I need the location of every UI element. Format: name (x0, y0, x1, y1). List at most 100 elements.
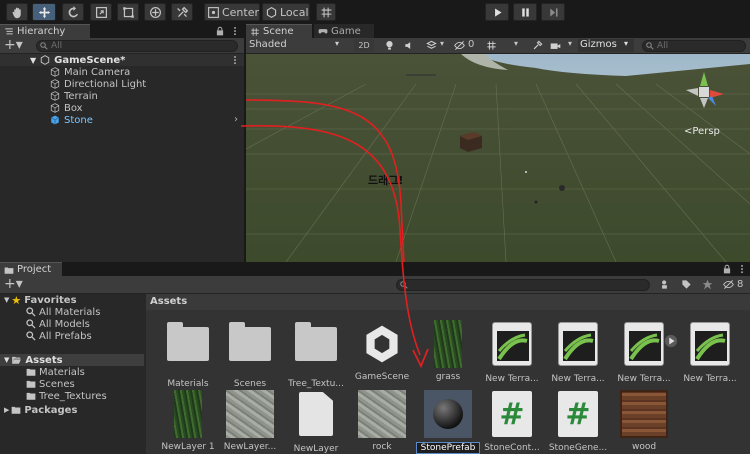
unity-scene-icon (40, 55, 50, 65)
hierarchy-item-main-camera[interactable]: Main Camera (50, 66, 130, 78)
asset-label: Scenes (233, 379, 267, 389)
assets-row[interactable]: ▼ Assets (0, 354, 144, 366)
asset-script-stone-generator[interactable]: # StoneGene... (546, 390, 610, 453)
filter-by-label-icon[interactable] (681, 279, 692, 290)
filter-by-type-icon[interactable] (660, 279, 671, 290)
folder-tree-textures[interactable]: Tree_Textures (26, 390, 107, 402)
hierarchy-item-stone[interactable]: Stone (50, 114, 93, 126)
more-menu-icon[interactable] (230, 26, 240, 36)
expand-arrow-icon[interactable]: ▼ (4, 356, 9, 364)
asset-terrain-4[interactable]: New Terra... (678, 320, 742, 384)
hierarchy-item-box[interactable]: Box (50, 102, 83, 114)
create-plus-icon[interactable]: +▾ (4, 276, 23, 292)
scene-tabbar: Scene Game (246, 24, 750, 38)
prefab-open-chevron-icon[interactable]: › (234, 114, 238, 125)
asset-terrain-layer-1[interactable]: NewLayer 1 (156, 390, 220, 452)
effects-dropdown-arrow-icon[interactable]: ▾ (440, 39, 444, 48)
hierarchy-tab[interactable]: Hierarchy (0, 24, 90, 38)
hierarchy-search-input[interactable]: All (36, 40, 238, 52)
asset-terrain-3[interactable]: New Terra... (612, 320, 676, 384)
expand-arrow-icon[interactable]: ▼ (4, 296, 9, 304)
transform-tool-icon[interactable] (144, 3, 166, 21)
space-local-toggle[interactable]: Local (262, 3, 310, 21)
scene-viewport[interactable]: 드래그! <Persp (246, 54, 750, 262)
asset-stone-prefab[interactable]: StonePrefab (416, 390, 480, 454)
expand-arrow-icon[interactable]: ▼ (30, 56, 36, 65)
move-tool-icon[interactable] (32, 3, 56, 21)
custom-tool-icon[interactable] (171, 3, 193, 21)
rect-tool-icon[interactable] (117, 3, 139, 21)
folder-scenes[interactable]: Scenes (26, 378, 75, 390)
add-plus-icon[interactable]: +▾ (4, 37, 23, 53)
gizmos-dropdown[interactable]: Gizmos ▾ (578, 39, 634, 52)
perspective-label[interactable]: <Persp (684, 126, 720, 137)
asset-folder-materials[interactable]: Materials (156, 320, 220, 389)
play-button[interactable] (485, 3, 509, 21)
shading-mode-dropdown[interactable]: Shaded ▾ (249, 39, 344, 52)
grid-snap-icon[interactable] (316, 3, 336, 21)
favorite-all-materials[interactable]: All Materials (26, 306, 100, 318)
asset-folder-scenes[interactable]: Scenes (218, 320, 282, 389)
audio-speaker-icon[interactable] (404, 40, 415, 51)
hidden-packages-icon[interactable] (723, 279, 734, 290)
terrain-data-icon (624, 322, 664, 366)
asset-texture-wood[interactable]: wood (612, 390, 676, 452)
pivot-center-toggle[interactable]: Center (204, 3, 260, 21)
rotate-tool-icon[interactable] (62, 3, 84, 21)
collapse-arrow-icon[interactable]: ▶ (4, 406, 9, 414)
grid-dropdown-arrow-icon[interactable]: ▾ (514, 39, 518, 48)
asset-terrain-layer-2[interactable]: NewLayer... (218, 390, 282, 452)
grass-layer-thumbnail (174, 390, 202, 438)
hierarchy-item-directional-light[interactable]: Directional Light (50, 78, 146, 90)
asset-texture-rock[interactable]: rock (350, 390, 414, 452)
tab-scene[interactable]: Scene (246, 24, 312, 38)
hierarchy-item-terrain[interactable]: Terrain (50, 90, 98, 102)
orientation-gizmo-icon[interactable] (680, 68, 728, 116)
hierarchy-panel: Hierarchy +▾ All ▼ GameScene* Main Camer… (0, 24, 244, 262)
lighting-bulb-icon[interactable] (384, 40, 395, 51)
asset-terrain-1[interactable]: New Terra... (480, 320, 544, 384)
asset-label: wood (631, 442, 657, 452)
assets-label: Assets (25, 354, 63, 366)
scene-grid-icon (251, 27, 259, 36)
project-lock-icon[interactable] (722, 264, 732, 274)
2d-toggle-button[interactable]: 2D (354, 39, 374, 52)
hidden-eye-icon[interactable] (454, 40, 465, 51)
asset-folder-tree-textures[interactable]: Tree_Textu... (284, 320, 348, 389)
effects-layers-icon[interactable] (426, 40, 437, 51)
drag-annotation-label: 드래그! (368, 174, 404, 187)
tools-wrench-icon[interactable] (532, 40, 543, 51)
scene-search-input[interactable]: All (642, 40, 746, 52)
lock-icon[interactable] (215, 26, 225, 36)
favorite-all-models[interactable]: All Models (26, 318, 90, 330)
favorites-row[interactable]: ▼ ★ Favorites (4, 294, 77, 307)
grid-visibility-icon[interactable] (486, 40, 497, 51)
search-icon (26, 319, 36, 329)
breadcrumb[interactable]: Assets (150, 296, 187, 307)
scene-more-icon[interactable] (230, 55, 240, 65)
hand-tool-icon[interactable] (6, 3, 28, 21)
asset-scene-gamescene[interactable]: GameScene (350, 320, 414, 382)
project-search-input[interactable] (396, 279, 650, 291)
step-button[interactable] (541, 3, 565, 21)
project-more-icon[interactable] (737, 264, 747, 274)
asset-terrain-layer-3[interactable]: NewLayer (284, 390, 348, 454)
gameobject-cube-icon (50, 67, 60, 77)
asset-terrain-2[interactable]: New Terra... (546, 320, 610, 384)
camera-icon[interactable] (550, 40, 561, 51)
favorite-all-prefabs[interactable]: All Prefabs (26, 330, 92, 342)
item-label: Stone (64, 114, 93, 126)
expand-subasset-play-icon[interactable] (664, 334, 678, 348)
project-tab[interactable]: Project (0, 262, 62, 276)
tab-game[interactable]: Game (314, 24, 374, 38)
scene-root-row[interactable]: ▼ GameScene* (0, 54, 244, 66)
folder-materials[interactable]: Materials (26, 366, 85, 378)
packages-row[interactable]: ▶ Packages (4, 404, 77, 416)
asset-script-stone-controller[interactable]: # StoneCont... (480, 390, 544, 453)
camera-dropdown-arrow-icon[interactable]: ▾ (568, 39, 572, 48)
favorite-star-icon[interactable] (702, 279, 713, 290)
folder-label: Materials (39, 366, 85, 378)
asset-texture-grass[interactable]: grass (416, 320, 480, 382)
pause-button[interactable] (513, 3, 537, 21)
scale-tool-icon[interactable] (90, 3, 112, 21)
